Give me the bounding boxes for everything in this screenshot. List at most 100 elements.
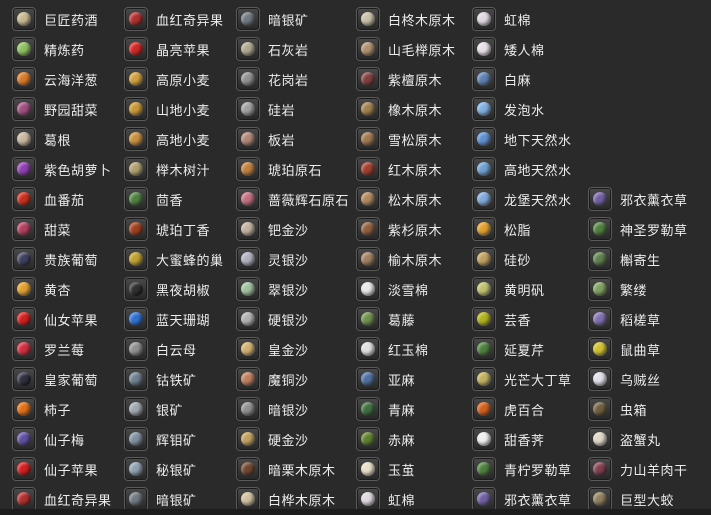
list-item[interactable]: 雪松原木 <box>356 124 442 154</box>
list-item[interactable]: 琥珀丁香 <box>124 214 210 244</box>
item-label: 暗银矿 <box>156 493 197 509</box>
list-item[interactable]: 精炼药 <box>12 34 85 64</box>
list-item[interactable]: 繁缕 <box>588 274 647 304</box>
list-item[interactable]: 虹棉 <box>472 4 531 34</box>
list-item[interactable]: 白麻 <box>472 64 531 94</box>
list-item[interactable]: 皇家葡萄 <box>12 364 98 394</box>
list-item[interactable]: 延夏芹 <box>472 334 545 364</box>
list-item[interactable]: 大蜜蜂的巢 <box>124 244 224 274</box>
list-item[interactable]: 魔铜沙 <box>236 364 309 394</box>
list-item[interactable]: 石灰岩 <box>236 34 309 64</box>
list-item[interactable]: 邪衣薰衣草 <box>588 184 688 214</box>
list-item[interactable]: 青麻 <box>356 394 415 424</box>
list-item[interactable]: 橡木原木 <box>356 94 442 124</box>
list-item[interactable]: 血红奇异果 <box>124 4 224 34</box>
list-item[interactable]: 蓝天珊瑚 <box>124 304 210 334</box>
list-item[interactable]: 发泡水 <box>472 94 545 124</box>
list-item[interactable]: 稻槎草 <box>588 304 661 334</box>
list-item[interactable]: 虫箱 <box>588 394 647 424</box>
list-item[interactable]: 灵银沙 <box>236 244 309 274</box>
list-item[interactable]: 芸香 <box>472 304 531 334</box>
list-item[interactable]: 板岩 <box>236 124 295 154</box>
list-item[interactable]: 赤麻 <box>356 424 415 454</box>
list-item[interactable]: 亚麻 <box>356 364 415 394</box>
list-item[interactable]: 玉茧 <box>356 454 415 484</box>
list-item[interactable]: 甜菜 <box>12 214 71 244</box>
list-item[interactable]: 茴香 <box>124 184 183 214</box>
list-item[interactable]: 钴铁矿 <box>124 364 197 394</box>
list-item[interactable]: 榆木原木 <box>356 244 442 274</box>
list-item[interactable]: 皇金沙 <box>236 334 309 364</box>
list-item[interactable]: 硬银沙 <box>236 304 309 334</box>
list-item[interactable]: 白柊木原木 <box>356 4 456 34</box>
list-item[interactable]: 云海洋葱 <box>12 64 98 94</box>
item-label: 淡雪棉 <box>388 283 429 299</box>
list-item[interactable]: 高地天然水 <box>472 154 572 184</box>
list-item[interactable]: 虎百合 <box>472 394 545 424</box>
list-item[interactable]: 鼠曲草 <box>588 334 661 364</box>
item-label: 赤麻 <box>388 433 416 449</box>
list-item[interactable]: 硬金沙 <box>236 424 309 454</box>
item-label: 地下天然水 <box>504 133 572 149</box>
list-item[interactable]: 花岗岩 <box>236 64 309 94</box>
list-item[interactable]: 暗栗木原木 <box>236 454 336 484</box>
list-item[interactable]: 山毛榉原木 <box>356 34 456 64</box>
list-item[interactable]: 黄杏 <box>12 274 71 304</box>
list-item[interactable]: 龙堡天然水 <box>472 184 572 214</box>
list-item[interactable]: 银矿 <box>124 394 183 424</box>
item-label: 巨匠药酒 <box>44 13 99 29</box>
item-label: 雪松原木 <box>388 133 443 149</box>
list-item[interactable]: 神圣罗勒草 <box>588 214 688 244</box>
list-item[interactable]: 血番茄 <box>12 184 85 214</box>
list-item[interactable]: 地下天然水 <box>472 124 572 154</box>
list-item[interactable]: 蔷薇辉石原石 <box>236 184 349 214</box>
list-item[interactable]: 甜香荠 <box>472 424 545 454</box>
list-item[interactable]: 榉木树汁 <box>124 154 210 184</box>
list-item[interactable]: 槲寄生 <box>588 244 661 274</box>
list-item[interactable]: 贵族葡萄 <box>12 244 98 274</box>
list-item[interactable]: 山地小麦 <box>124 94 210 124</box>
item-icon <box>472 37 496 61</box>
list-item[interactable]: 矮人棉 <box>472 34 545 64</box>
list-item[interactable]: 红木原木 <box>356 154 442 184</box>
list-item[interactable]: 硅砂 <box>472 244 531 274</box>
list-item[interactable]: 仙子梅 <box>12 424 85 454</box>
list-item[interactable]: 晶亮苹果 <box>124 34 210 64</box>
item-label: 光芒大丁草 <box>504 373 572 389</box>
list-item[interactable]: 松木原木 <box>356 184 442 214</box>
list-item[interactable]: 钯金沙 <box>236 214 309 244</box>
list-item[interactable]: 红玉棉 <box>356 334 429 364</box>
list-item[interactable]: 淡雪棉 <box>356 274 429 304</box>
list-item[interactable]: 葛根 <box>12 124 71 154</box>
list-item[interactable]: 柿子 <box>12 394 71 424</box>
list-item[interactable]: 黑夜胡椒 <box>124 274 210 304</box>
item-icon <box>356 247 380 271</box>
list-item[interactable]: 紫色胡萝卜 <box>12 154 112 184</box>
list-item[interactable]: 葛藤 <box>356 304 415 334</box>
list-item[interactable]: 高地小麦 <box>124 124 210 154</box>
list-item[interactable]: 盗蟹丸 <box>588 424 661 454</box>
list-item[interactable]: 仙女苹果 <box>12 304 98 334</box>
item-label: 白麻 <box>504 73 532 89</box>
list-item[interactable]: 紫檀原木 <box>356 64 442 94</box>
list-item[interactable]: 暗银沙 <box>236 394 309 424</box>
list-item[interactable]: 辉钼矿 <box>124 424 197 454</box>
list-item[interactable]: 松脂 <box>472 214 531 244</box>
list-item[interactable]: 力山羊肉干 <box>588 454 688 484</box>
list-item[interactable]: 野园甜菜 <box>12 94 98 124</box>
list-item[interactable]: 翠银沙 <box>236 274 309 304</box>
list-item[interactable]: 巨匠药酒 <box>12 4 98 34</box>
list-item[interactable]: 光芒大丁草 <box>472 364 572 394</box>
list-item[interactable]: 高原小麦 <box>124 64 210 94</box>
list-item[interactable]: 暗银矿 <box>236 4 309 34</box>
list-item[interactable]: 紫杉原木 <box>356 214 442 244</box>
list-item[interactable]: 硅岩 <box>236 94 295 124</box>
list-item[interactable]: 白云母 <box>124 334 197 364</box>
list-item[interactable]: 黄明矾 <box>472 274 545 304</box>
list-item[interactable]: 罗兰莓 <box>12 334 85 364</box>
list-item[interactable]: 仙子苹果 <box>12 454 98 484</box>
list-item[interactable]: 秘银矿 <box>124 454 197 484</box>
list-item[interactable]: 琥珀原石 <box>236 154 322 184</box>
list-item[interactable]: 乌贼丝 <box>588 364 661 394</box>
list-item[interactable]: 青柠罗勒草 <box>472 454 572 484</box>
